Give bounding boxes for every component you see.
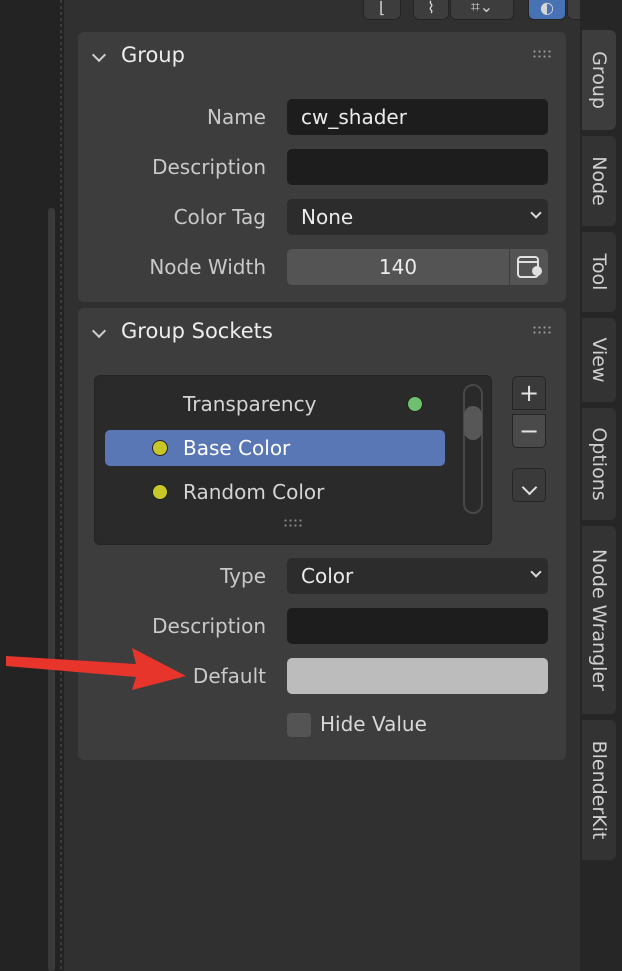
list-item[interactable]: Random Color (105, 474, 445, 510)
node-width-default-button[interactable] (510, 249, 548, 285)
canvas-scrollbar[interactable] (48, 208, 55, 971)
remove-socket-button[interactable]: − (512, 414, 546, 448)
socket-type-value: Color (301, 564, 354, 588)
group-panel: Group Name cw_shader Description Color T… (78, 32, 566, 302)
node-width-label: Node Width (149, 255, 266, 279)
default-width-icon (517, 256, 542, 278)
color-tag-label: Color Tag (173, 205, 266, 229)
selection-mode-button[interactable]: ⌊ (363, 0, 401, 20)
snap-icon: ⌇ (427, 0, 435, 17)
list-resize-grip-icon[interactable] (283, 518, 303, 528)
overlay-toggle-button[interactable]: ◐ (528, 0, 566, 20)
tab-options[interactable]: Options (582, 408, 616, 520)
socket-dot-icon (152, 484, 168, 500)
chevron-down-icon (91, 47, 107, 63)
tab-label: View (588, 337, 610, 383)
tab-label: Tool (588, 253, 610, 291)
list-scrollbar-thumb[interactable] (464, 406, 482, 440)
socket-dot-icon (407, 396, 423, 412)
chevron-down-icon (530, 566, 542, 578)
socket-list: Transparency Base Color Random Color (94, 375, 492, 545)
socket-specials-menu-button[interactable] (512, 468, 546, 502)
chevron-down-icon (521, 479, 537, 496)
drag-grip-icon[interactable] (532, 325, 552, 335)
default-color-field[interactable] (287, 658, 548, 694)
color-tag-value: None (301, 205, 354, 229)
tab-label: BlenderKit (588, 740, 610, 840)
hide-value-checkbox[interactable] (287, 713, 311, 737)
description-field[interactable] (287, 149, 548, 185)
socket-dot-icon (152, 440, 168, 456)
list-scrollbar[interactable] (463, 384, 483, 514)
panel-title: Group Sockets (121, 319, 273, 343)
name-field[interactable]: cw_shader (287, 99, 548, 135)
snap-target-dropdown[interactable]: ⌗⌄ (450, 0, 514, 20)
group-panel-header[interactable]: Group (78, 32, 566, 82)
list-item[interactable]: Transparency (105, 386, 445, 422)
drag-grip-icon[interactable] (532, 49, 552, 59)
group-sockets-panel: Group Sockets Transparency Base Color Ra… (78, 308, 566, 760)
default-label: Default (192, 664, 266, 688)
type-label: Type (220, 564, 266, 588)
name-label: Name (206, 105, 266, 129)
group-sockets-panel-header[interactable]: Group Sockets (78, 308, 566, 358)
overlay-icon: ◐ (540, 0, 554, 17)
socket-label: Random Color (183, 480, 325, 504)
tab-blenderkit[interactable]: BlenderKit (582, 720, 616, 860)
tab-node-wrangler[interactable]: Node Wrangler (582, 526, 616, 714)
selection-icon: ⌊ (378, 0, 386, 17)
socket-label: Transparency (183, 392, 317, 416)
add-socket-button[interactable]: + (512, 376, 546, 410)
panel-title: Group (121, 43, 185, 67)
node-width-field[interactable]: 140 (287, 249, 509, 285)
list-item[interactable]: Base Color (105, 430, 445, 466)
color-tag-dropdown[interactable]: None (287, 199, 548, 235)
tab-group[interactable]: Group (582, 30, 616, 130)
chevron-down-icon (91, 323, 107, 339)
tab-label: Options (588, 427, 610, 501)
socket-description-label: Description (152, 614, 266, 638)
tab-label: Node (588, 156, 610, 206)
tab-label: Node Wrangler (588, 549, 610, 691)
tab-tool[interactable]: Tool (582, 232, 616, 312)
region-divider (60, 0, 62, 971)
chevron-down-icon (530, 207, 542, 219)
tab-label: Group (588, 51, 610, 109)
description-label: Description (152, 155, 266, 179)
snap-grid-icon: ⌗⌄ (470, 0, 494, 16)
tab-node[interactable]: Node (582, 136, 616, 226)
socket-description-field[interactable] (287, 608, 548, 644)
tab-view[interactable]: View (582, 318, 616, 402)
hide-value-label: Hide Value (320, 712, 427, 736)
socket-type-dropdown[interactable]: Color (287, 558, 548, 594)
snap-toggle-button[interactable]: ⌇ (413, 0, 449, 20)
socket-label: Base Color (183, 436, 291, 460)
